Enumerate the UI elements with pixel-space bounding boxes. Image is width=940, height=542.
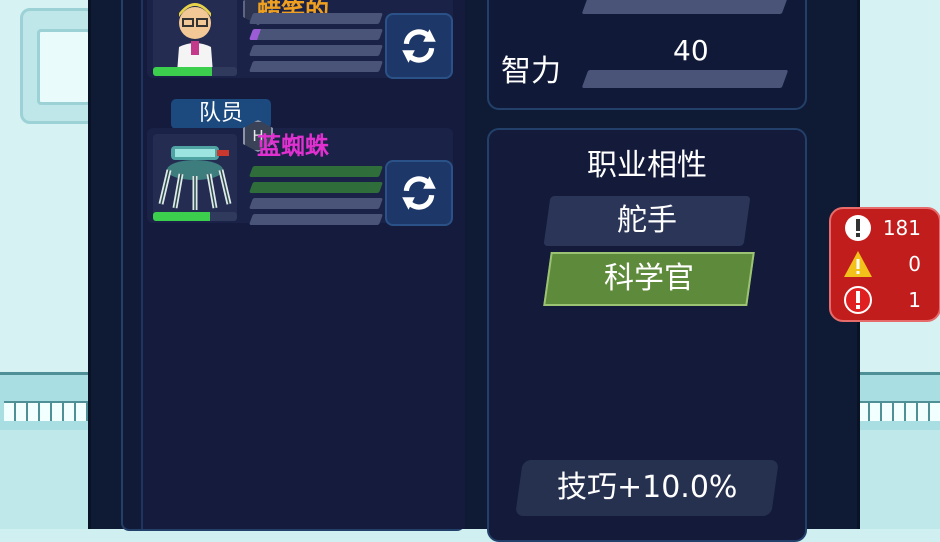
skill-bar xyxy=(248,214,384,225)
job-label: 舵手 xyxy=(617,203,677,238)
job-label: 科学官 xyxy=(604,261,694,296)
refresh-icon xyxy=(402,176,436,210)
alert-counter-widget[interactable]: 181 0 1 xyxy=(829,207,940,322)
error-alert-row[interactable]: 1 xyxy=(843,285,931,315)
bonus-label: 技巧+10.0% xyxy=(556,470,738,505)
skill-bar xyxy=(248,166,384,177)
stat-bar xyxy=(581,0,789,14)
skill-bar xyxy=(248,198,384,209)
stat-box: 智力 40 xyxy=(487,0,807,110)
stat-value: 40 xyxy=(673,34,709,67)
crew-panel: 蜡笑的 队员 xyxy=(88,0,860,542)
info-icon xyxy=(845,215,871,241)
details-column: 智力 40 职业相性 舵手 科学官 技巧+10.0% xyxy=(481,0,807,542)
skill-bars xyxy=(248,13,384,77)
skill-bonus: 技巧+10.0% xyxy=(515,460,779,516)
scientist-avatar-icon xyxy=(177,3,213,73)
skill-bars xyxy=(248,166,384,230)
warning-alert-row[interactable]: 0 xyxy=(843,249,931,279)
skill-bar xyxy=(248,29,384,40)
warning-icon xyxy=(844,251,872,277)
job-option-scientist[interactable]: 科学官 xyxy=(543,252,755,306)
background-rail-right xyxy=(854,372,940,436)
skill-bar xyxy=(248,61,384,72)
swap-crew-button[interactable] xyxy=(385,160,453,226)
info-count: 181 xyxy=(882,216,921,240)
background-floor-right xyxy=(854,430,940,529)
error-count: 1 xyxy=(908,288,921,312)
crew-member-card[interactable]: 蜡笑的 xyxy=(147,0,453,79)
roster-column: 蜡笑的 队员 xyxy=(121,0,465,531)
skill-bar xyxy=(248,182,384,193)
swap-crew-button[interactable] xyxy=(385,13,453,79)
health-bar xyxy=(153,212,237,221)
job-option-helm[interactable]: 舵手 xyxy=(543,196,751,246)
stat-bar xyxy=(581,70,789,88)
stat-label: 智力 xyxy=(501,54,561,89)
crew-portrait xyxy=(153,0,237,73)
health-bar xyxy=(153,67,237,76)
skill-bar xyxy=(248,45,384,56)
info-alert-row[interactable]: 181 xyxy=(843,213,931,243)
spider-robot-avatar-icon xyxy=(158,146,232,210)
skill-bar xyxy=(248,13,384,24)
background-window xyxy=(20,8,96,124)
error-icon xyxy=(844,286,872,314)
roster-list[interactable]: 蜡笑的 队员 xyxy=(141,0,465,529)
crew-portrait xyxy=(153,134,237,218)
background-rail-left xyxy=(0,372,90,436)
warning-count: 0 xyxy=(908,252,921,276)
crew-member-card[interactable]: H 蓝蜘蛛 xyxy=(147,120,453,226)
background-floor-left xyxy=(0,430,90,529)
crew-name: 蓝蜘蛛 xyxy=(257,132,329,160)
affinity-title: 职业相性 xyxy=(587,148,707,183)
job-affinity-box: 职业相性 舵手 科学官 技巧+10.0% xyxy=(487,128,807,542)
refresh-icon xyxy=(402,29,436,63)
